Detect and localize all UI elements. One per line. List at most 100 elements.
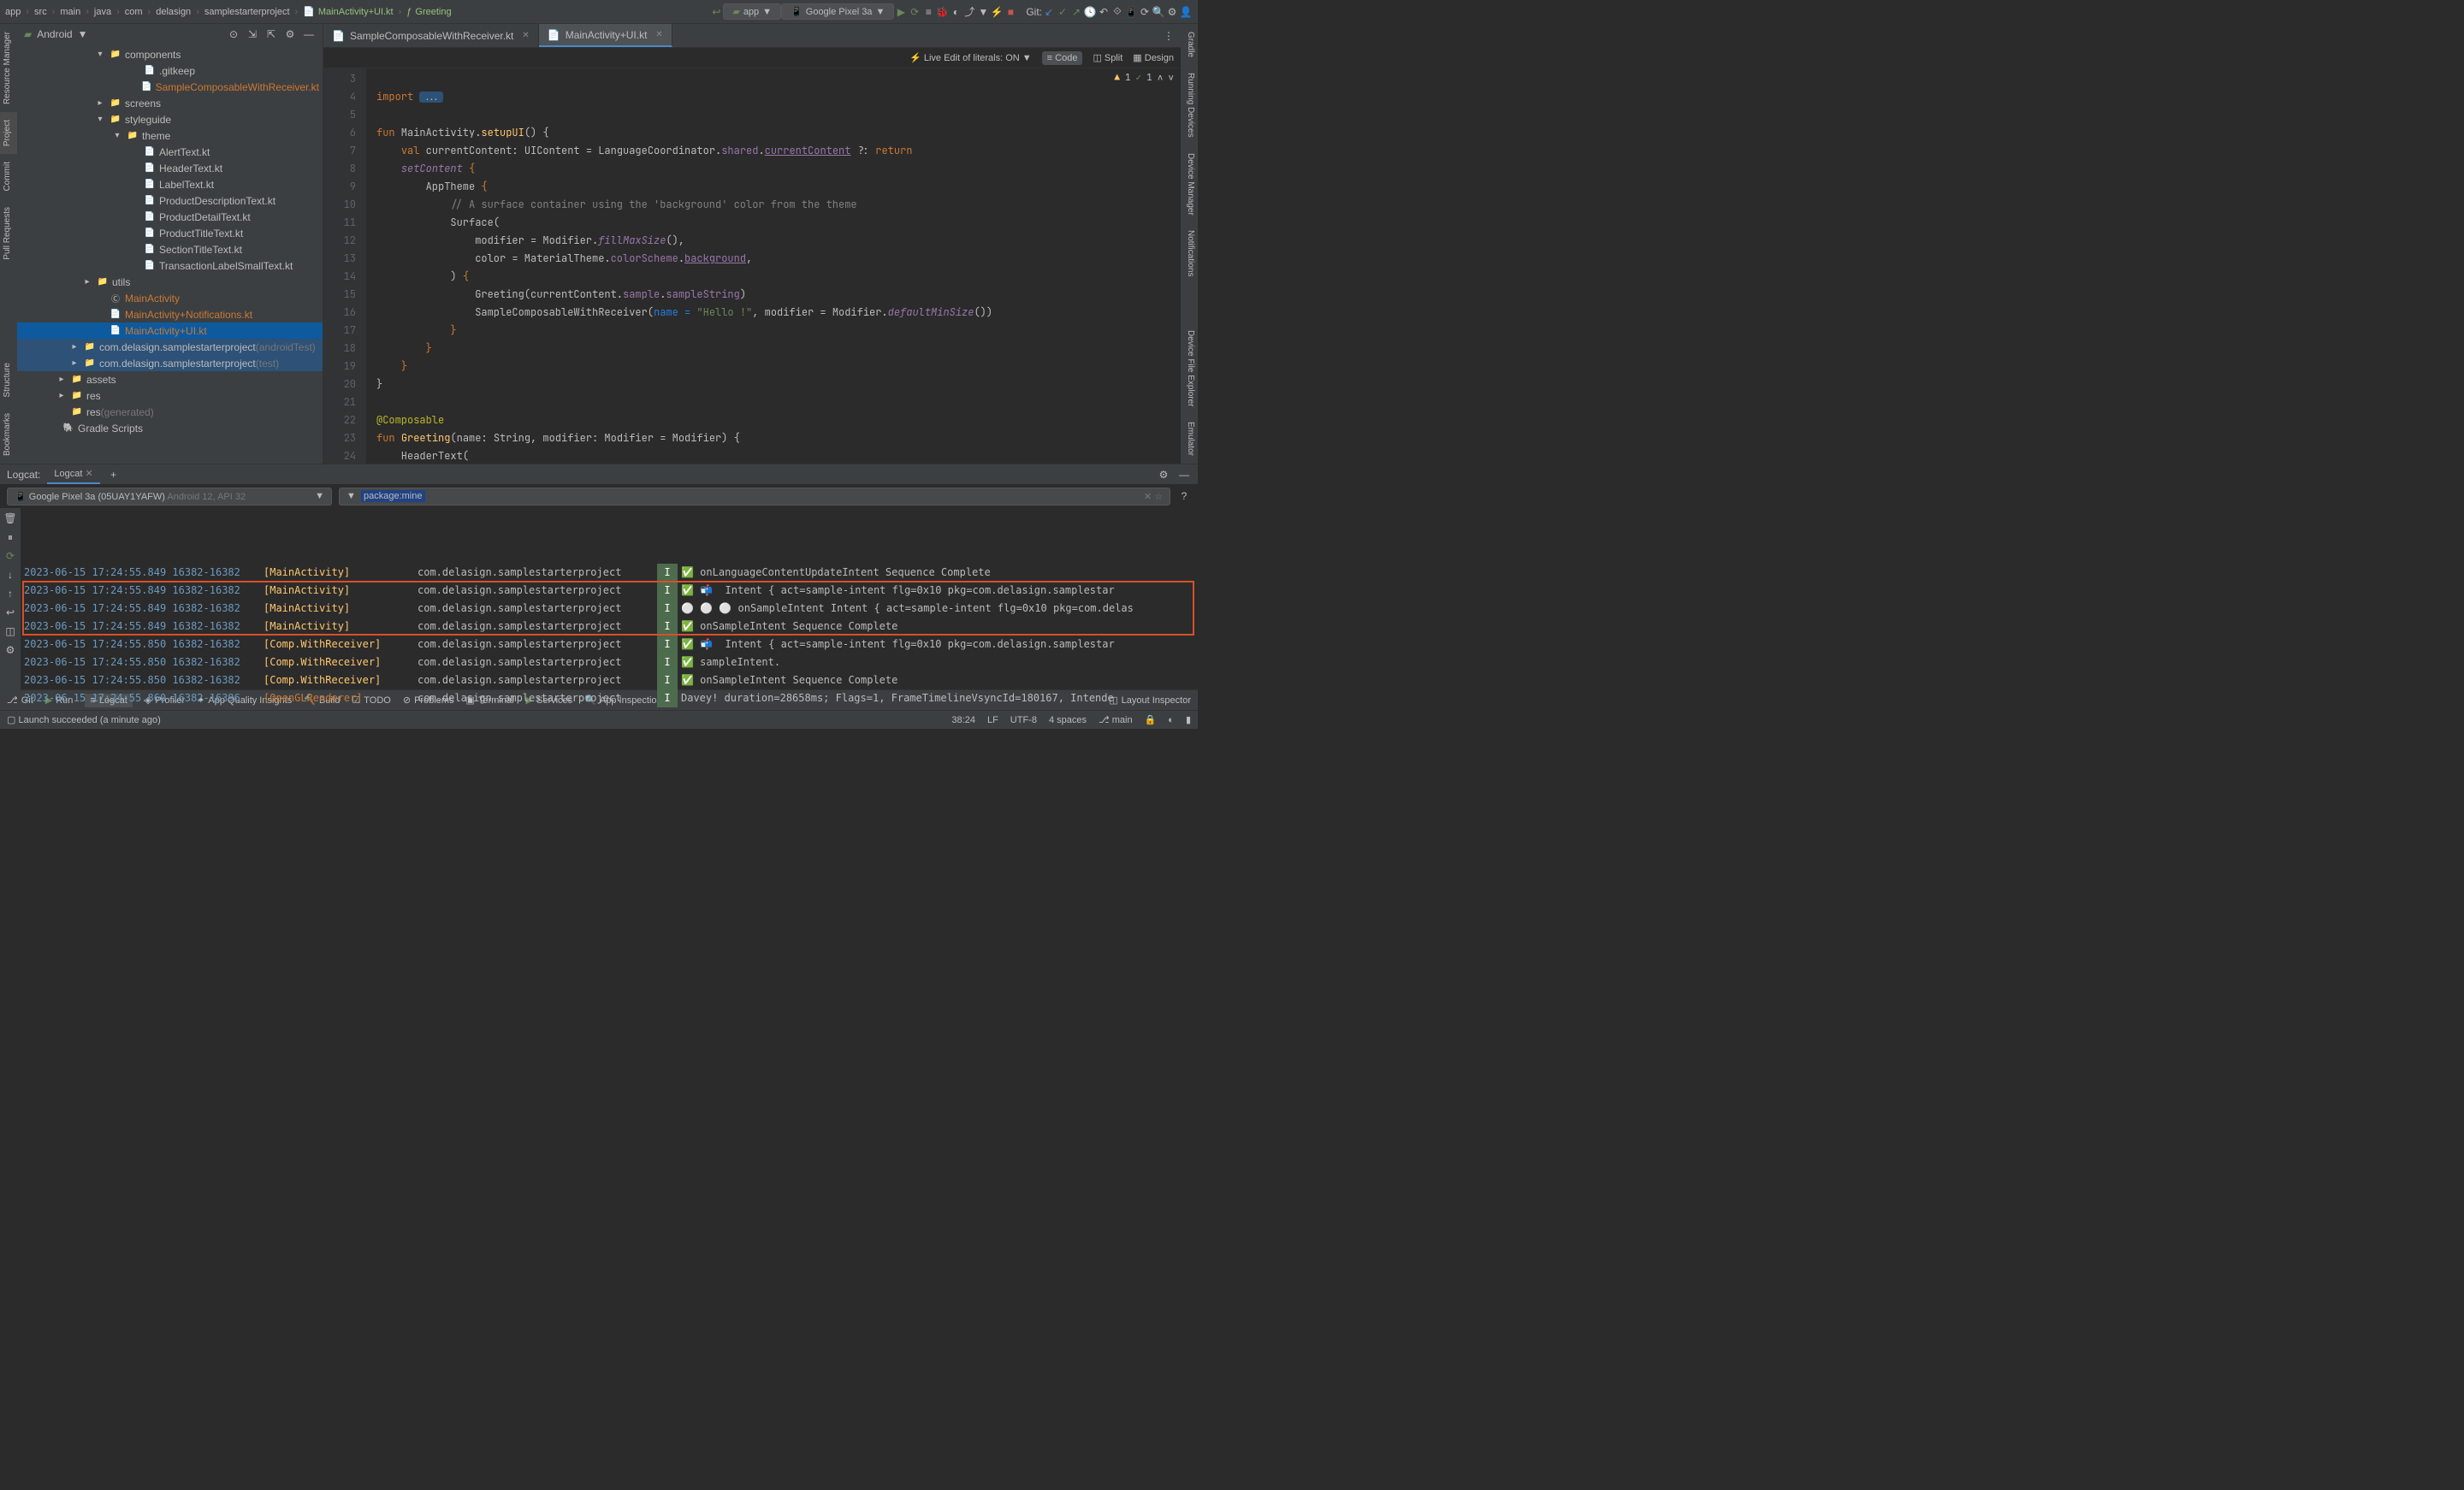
lock-icon[interactable]: 🔒: [1145, 714, 1157, 725]
tree-item[interactable]: ▸📁res: [17, 387, 323, 404]
tab-sample-composable[interactable]: 📄SampleComposableWithReceiver.kt✕: [323, 24, 539, 47]
tree-item[interactable]: ▾📁theme: [17, 127, 323, 144]
tree-item[interactable]: ▸📁utils: [17, 274, 323, 290]
bug-icon[interactable]: 🐞: [935, 5, 949, 19]
inspection-widget[interactable]: ▲1 ✓1 ∧∨: [1114, 72, 1174, 84]
tree-item[interactable]: 📄MainActivity+Notifications.kt: [17, 306, 323, 322]
crumb[interactable]: src: [34, 7, 47, 17]
run-icon[interactable]: ▶: [894, 5, 908, 19]
code-editor[interactable]: 3456789101112131415161718192021222324252…: [323, 68, 1181, 464]
rail-bookmarks[interactable]: Bookmarks: [0, 405, 17, 464]
tree-item[interactable]: 📄AlertText.kt: [17, 144, 323, 160]
tree-item[interactable]: ▸📁com.delasign.samplestarterproject (and…: [17, 339, 323, 355]
tree-item[interactable]: 📄MainActivity+UI.kt: [17, 322, 323, 339]
git-push-icon[interactable]: ↗: [1069, 5, 1083, 19]
run-config-selector[interactable]: ▰app▼: [723, 3, 781, 20]
rail-resource-manager[interactable]: Resource Manager: [0, 24, 17, 112]
device-selector[interactable]: 📱Google Pixel 3a▼: [781, 3, 894, 20]
stop-icon[interactable]: ■: [1004, 5, 1017, 19]
log-output[interactable]: 2023-06-15 17:24:55.849 16382-16382 [Mai…: [21, 508, 1198, 709]
tree-item[interactable]: ⒸMainActivity: [17, 290, 323, 306]
close-icon[interactable]: ✕: [655, 30, 662, 39]
tree-item[interactable]: 🐘Gradle Scripts: [17, 420, 323, 436]
crumb[interactable]: app: [5, 7, 21, 17]
rail-pull-requests[interactable]: Pull Requests: [0, 199, 17, 268]
project-tree[interactable]: ▾📁components📄.gitkeep📄SampleComposableWi…: [17, 44, 323, 464]
tree-item[interactable]: ▸📁screens: [17, 95, 323, 111]
tree-item[interactable]: 📄TransactionLabelSmallText.kt: [17, 257, 323, 274]
crumb[interactable]: samplestarterproject: [204, 7, 290, 17]
collapse-icon[interactable]: ⇲: [246, 27, 259, 41]
hide-icon[interactable]: —: [302, 27, 316, 41]
logcat-tab[interactable]: Logcat ✕: [47, 464, 99, 484]
rail-emulator[interactable]: Emulator: [1181, 414, 1198, 464]
undo-icon[interactable]: ↶: [1097, 5, 1111, 19]
tree-item[interactable]: ▾📁styleguide: [17, 111, 323, 127]
tab-mainactivity-ui[interactable]: 📄MainActivity+UI.kt✕: [539, 24, 672, 47]
panel-title[interactable]: Android: [37, 28, 72, 40]
filter-input[interactable]: ▼ package:mine ✕ ☆: [339, 488, 1170, 506]
view-code[interactable]: ≡ Code: [1042, 51, 1083, 65]
git-pull-icon[interactable]: ↙: [1042, 5, 1056, 19]
tree-item[interactable]: ▸📁assets: [17, 371, 323, 387]
coverage-icon[interactable]: ≡: [921, 5, 935, 19]
dev-icon[interactable]: 📱: [1124, 5, 1138, 19]
ide-icon[interactable]: ⟐: [1111, 5, 1124, 19]
bar-icon[interactable]: ▮: [1186, 714, 1191, 725]
crumb[interactable]: com: [125, 7, 143, 17]
live-edit-toggle[interactable]: ⚡ Live Edit of literals: ON ▼: [909, 52, 1032, 63]
prev-icon[interactable]: ↑: [3, 587, 17, 600]
crumb[interactable]: main: [60, 7, 80, 17]
tree-item[interactable]: 📄ProductDetailText.kt: [17, 209, 323, 225]
tree-item[interactable]: ▸📁com.delasign.samplestarterproject (tes…: [17, 355, 323, 371]
avatar-icon[interactable]: 👤: [1179, 5, 1193, 19]
close-icon[interactable]: ✕: [522, 31, 529, 40]
tree-item[interactable]: 📄SectionTitleText.kt: [17, 241, 323, 257]
crumb[interactable]: delasign: [156, 7, 191, 17]
rail-commit[interactable]: Commit: [0, 154, 17, 198]
delete-icon[interactable]: 🗑: [3, 511, 17, 525]
help-icon[interactable]: ?: [1177, 489, 1191, 503]
mem-icon[interactable]: ◐: [1168, 715, 1174, 725]
tree-item[interactable]: 📄HeaderText.kt: [17, 160, 323, 176]
encoding[interactable]: UTF-8: [1010, 715, 1037, 725]
tree-item[interactable]: 📄ProductDescriptionText.kt: [17, 192, 323, 209]
profile-icon[interactable]: ◐: [949, 5, 962, 19]
logcat-hide-icon[interactable]: —: [1177, 468, 1191, 482]
expand-icon[interactable]: ⇱: [264, 27, 278, 41]
history-icon[interactable]: 🕓: [1083, 5, 1097, 19]
rail-device-explorer[interactable]: Device File Explorer: [1181, 322, 1198, 414]
device-dropdown[interactable]: 📱 Google Pixel 3a (05UAY1YAFW) Android 1…: [7, 488, 332, 506]
debug-icon[interactable]: ⟳: [908, 5, 921, 19]
view-design[interactable]: ▦ Design: [1133, 52, 1174, 63]
back-icon[interactable]: ↩: [709, 5, 723, 19]
git-commit-icon[interactable]: ✓: [1056, 5, 1069, 19]
tree-item[interactable]: 📄ProductTitleText.kt: [17, 225, 323, 241]
instant-icon[interactable]: ⚡: [990, 5, 1004, 19]
add-tab-icon[interactable]: +: [107, 468, 121, 482]
view-split[interactable]: ◫ Split: [1093, 52, 1122, 63]
rail-device-manager[interactable]: Device Manager: [1181, 145, 1198, 223]
rail-structure[interactable]: Structure: [0, 355, 17, 405]
tree-item[interactable]: ▾📁components: [17, 46, 323, 62]
git-branch[interactable]: ⎇ main: [1099, 714, 1133, 725]
tree-item[interactable]: 📁res (generated): [17, 404, 323, 420]
logcat-settings-icon[interactable]: ⚙: [1157, 468, 1170, 482]
rail-gradle[interactable]: Gradle: [1181, 24, 1198, 65]
crumb-file[interactable]: MainActivity+UI.kt: [318, 7, 394, 17]
target-icon[interactable]: ⊙: [227, 27, 240, 41]
config-icon[interactable]: ⚙: [3, 643, 17, 657]
line-sep[interactable]: LF: [987, 715, 998, 725]
attach-icon[interactable]: ⤴: [962, 5, 976, 19]
tree-item[interactable]: 📄LabelText.kt: [17, 176, 323, 192]
scroll-end-icon[interactable]: ↓: [3, 568, 17, 582]
rail-running-devices[interactable]: Running Devices: [1181, 65, 1198, 145]
crumb-fn[interactable]: Greeting: [415, 7, 451, 17]
rail-notifications[interactable]: Notifications: [1181, 222, 1198, 284]
settings-icon[interactable]: ⚙: [1165, 5, 1179, 19]
tree-item[interactable]: 📄SampleComposableWithReceiver.kt: [17, 79, 323, 95]
sync-icon[interactable]: ⟳: [1138, 5, 1152, 19]
tab-menu-icon[interactable]: ⋮: [1162, 29, 1176, 43]
wrap-icon[interactable]: ↩: [3, 606, 17, 619]
tree-item[interactable]: 📄.gitkeep: [17, 62, 323, 79]
